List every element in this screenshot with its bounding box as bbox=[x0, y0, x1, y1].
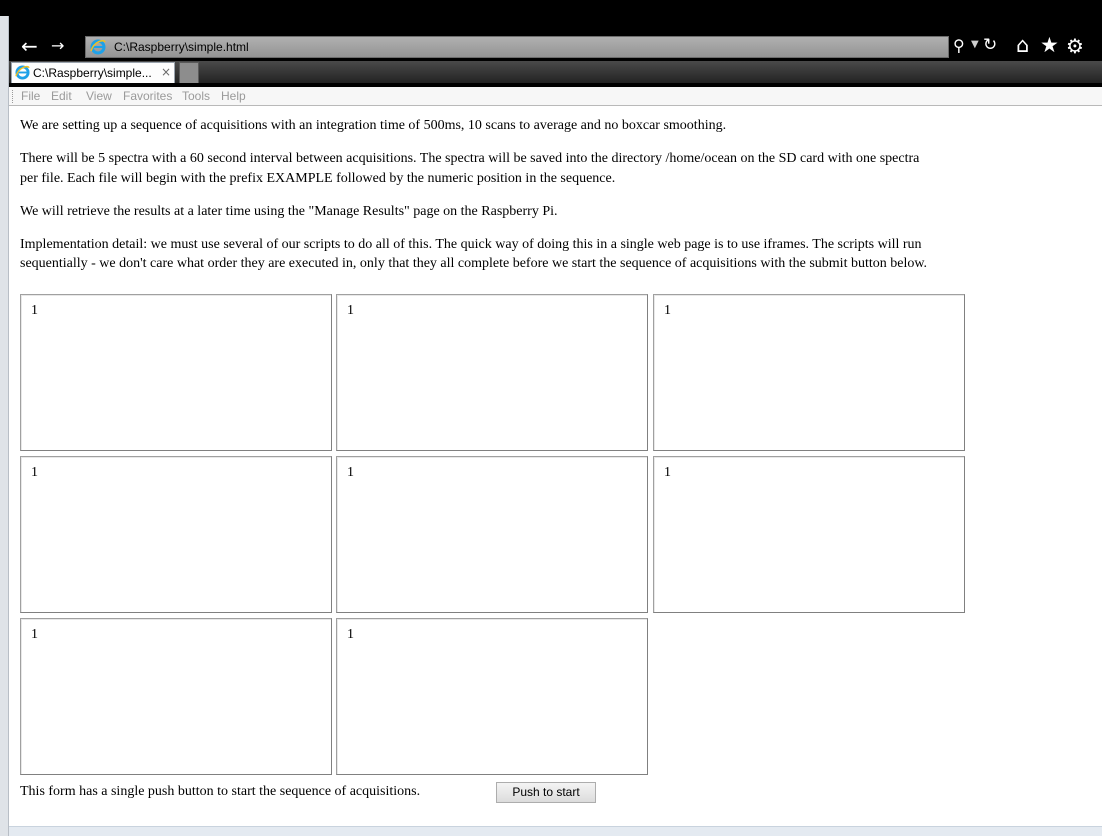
gear-icon[interactable]: ⚙ bbox=[1066, 34, 1084, 58]
iframe-text: 1 bbox=[347, 465, 354, 480]
back-arrow-icon[interactable]: ← bbox=[21, 34, 43, 58]
star-icon[interactable]: ★ bbox=[1040, 33, 1059, 57]
dropdown-icon[interactable]: ▼ bbox=[971, 39, 979, 50]
implementation-paragraph-line-1: Implementation detail: we must use sever… bbox=[20, 237, 922, 252]
iframe-8: 1 bbox=[336, 618, 648, 775]
left-strip-dark-cap bbox=[0, 0, 9, 16]
menu-bar: File Edit View Favorites Tools Help bbox=[9, 87, 1102, 106]
browser-chrome: ← → C:\Raspberry\simple.html ⚲ ▼ ↻ ⌂ ★ ⚙… bbox=[9, 0, 1102, 87]
address-text[interactable]: C:\Raspberry\simple.html bbox=[114, 40, 249, 54]
close-icon[interactable]: × bbox=[161, 65, 171, 79]
home-icon[interactable]: ⌂ bbox=[1016, 33, 1029, 57]
iframe-text: 1 bbox=[31, 627, 38, 642]
form-description: This form has a single push button to st… bbox=[20, 784, 421, 799]
iframe-6: 1 bbox=[653, 456, 965, 613]
forward-arrow-icon[interactable]: → bbox=[51, 34, 71, 58]
iframe-1: 1 bbox=[20, 294, 332, 451]
menu-tools[interactable]: Tools bbox=[182, 89, 210, 103]
search-icon[interactable]: ⚲ bbox=[953, 36, 965, 55]
iframe-text: 1 bbox=[31, 303, 38, 318]
results-paragraph: We will retrieve the results at a later … bbox=[20, 204, 558, 219]
page-content: We are setting up a sequence of acquisit… bbox=[9, 107, 1102, 826]
tab-label: C:\Raspberry\simple... bbox=[33, 66, 152, 80]
menu-help[interactable]: Help bbox=[221, 89, 246, 103]
iframe-7: 1 bbox=[20, 618, 332, 775]
intro-paragraph: We are setting up a sequence of acquisit… bbox=[20, 118, 727, 133]
left-window-strip bbox=[0, 0, 9, 836]
address-bar[interactable]: C:\Raspberry\simple.html bbox=[85, 36, 949, 58]
status-strip bbox=[9, 826, 1102, 836]
iframe-5: 1 bbox=[336, 456, 648, 613]
iframe-text: 1 bbox=[31, 465, 38, 480]
iframe-2: 1 bbox=[336, 294, 648, 451]
tab-row: C:\Raspberry\simple... × bbox=[9, 61, 1102, 83]
iframe-text: 1 bbox=[664, 303, 671, 318]
iframe-4: 1 bbox=[20, 456, 332, 613]
iframe-3: 1 bbox=[653, 294, 965, 451]
iframe-text: 1 bbox=[664, 465, 671, 480]
tab-simple-html[interactable]: C:\Raspberry\simple... × bbox=[11, 62, 175, 83]
menu-view[interactable]: View bbox=[86, 89, 112, 103]
menu-favorites[interactable]: Favorites bbox=[123, 89, 172, 103]
ie-logo-icon bbox=[15, 65, 30, 80]
iframe-text: 1 bbox=[347, 627, 354, 642]
menu-file[interactable]: File bbox=[21, 89, 40, 103]
spectra-paragraph-line-1: There will be 5 spectra with a 60 second… bbox=[20, 151, 920, 166]
iframe-text: 1 bbox=[347, 303, 354, 318]
spectra-paragraph-line-2: per file. Each file will begin with the … bbox=[20, 171, 616, 186]
refresh-icon[interactable]: ↻ bbox=[983, 35, 997, 55]
implementation-paragraph-line-2: sequentially - we don't care what order … bbox=[20, 256, 928, 271]
ie-logo-icon bbox=[90, 39, 106, 55]
new-tab-button[interactable] bbox=[179, 62, 199, 83]
menu-edit[interactable]: Edit bbox=[51, 89, 72, 103]
navigation-row: ← → C:\Raspberry\simple.html ⚲ ▼ ↻ ⌂ ★ ⚙ bbox=[9, 33, 1102, 61]
menu-grip bbox=[12, 90, 14, 103]
push-to-start-button[interactable]: Push to start bbox=[496, 782, 596, 803]
